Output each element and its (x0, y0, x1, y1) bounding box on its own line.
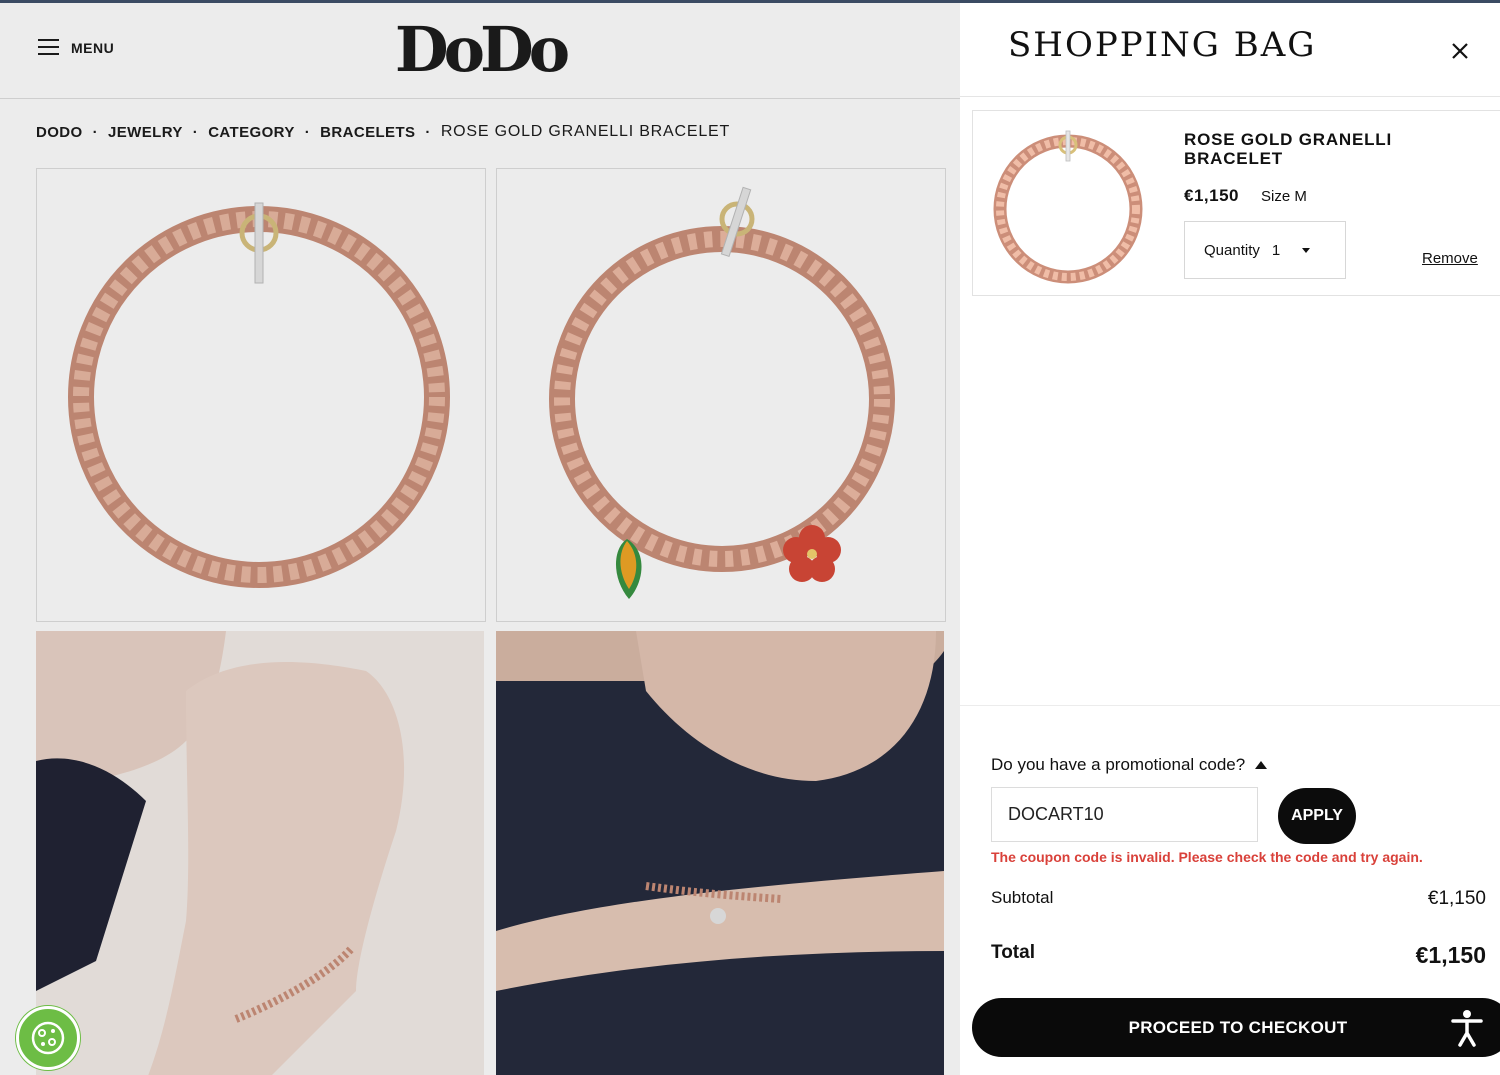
subtotal-value: €1,150 (1427, 888, 1486, 909)
subtotal-label: Subtotal (991, 888, 1054, 907)
remove-link[interactable]: Remove (1422, 250, 1478, 267)
shopping-bag-title: SHOPPING BAG (1008, 25, 1317, 65)
subtotal-row: Subtotal €1,150 (991, 888, 1486, 910)
promo-question: Do you have a promotional code? (991, 755, 1246, 774)
caret-up-icon (1255, 761, 1268, 769)
quantity-label: Quantity (1204, 241, 1260, 259)
item-price: €1,150 (1184, 186, 1239, 205)
page-dim-overlay[interactable] (0, 0, 960, 1075)
divider (960, 705, 1500, 706)
item-thumbnail[interactable] (985, 121, 1151, 287)
caret-down-icon (1302, 247, 1311, 253)
item-name[interactable]: ROSE GOLD GRANELLI BRACELET (1184, 130, 1424, 168)
promo-code-toggle[interactable]: Do you have a promotional code? (991, 755, 1268, 775)
quantity-select[interactable]: Quantity 1 (1184, 221, 1346, 279)
cookie-settings-button[interactable] (16, 1006, 80, 1070)
close-icon (1452, 43, 1468, 59)
total-label: Total (991, 942, 1035, 963)
item-size: Size M (1261, 188, 1307, 205)
cookie-icon (31, 1021, 65, 1055)
promo-error-message: The coupon code is invalid. Please check… (991, 849, 1423, 865)
promo-code-input[interactable] (991, 787, 1258, 842)
checkout-label: PROCEED TO CHECKOUT (1128, 1018, 1348, 1037)
apply-button[interactable]: APPLY (1278, 788, 1356, 844)
top-accent-line (0, 0, 1500, 3)
accessibility-icon[interactable] (1450, 1008, 1484, 1048)
total-value: €1,150 (1415, 942, 1486, 968)
shopping-bag-drawer: SHOPPING BAG ROSE GOLD GRANELLI BRACELET… (960, 3, 1500, 1075)
quantity-value: 1 (1271, 241, 1281, 259)
proceed-to-checkout-button[interactable]: PROCEED TO CHECKOUT (972, 998, 1500, 1057)
close-button[interactable] (1449, 40, 1471, 62)
divider (960, 96, 1500, 97)
total-row: Total €1,150 (991, 942, 1486, 969)
bag-item: ROSE GOLD GRANELLI BRACELET €1,150 Size … (972, 110, 1500, 296)
